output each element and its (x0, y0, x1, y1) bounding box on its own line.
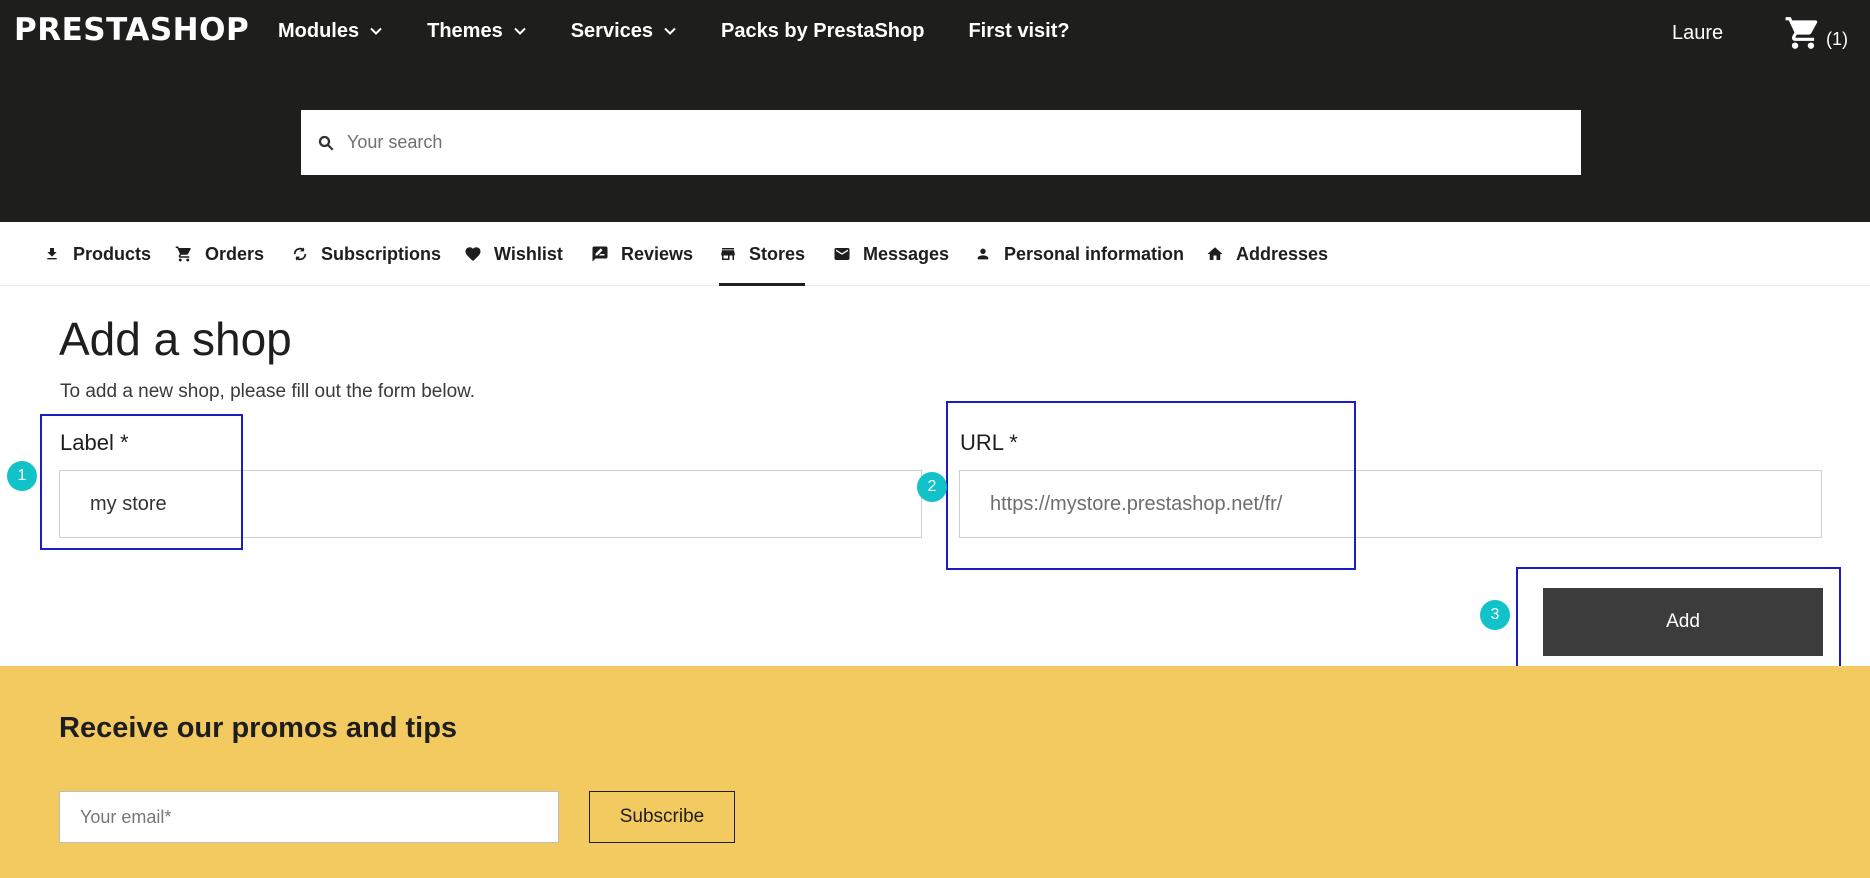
url-input[interactable] (959, 470, 1822, 538)
prestashop-logo[interactable]: PRESTASHOP (14, 12, 249, 48)
nav-modules-label: Modules (278, 19, 360, 42)
user-account-link[interactable]: Laure (1672, 22, 1723, 45)
mail-icon (833, 245, 851, 263)
newsletter-email-input[interactable] (59, 791, 559, 843)
site-header: PRESTASHOP Modules Themes Services Packs… (0, 0, 1870, 222)
tab-orders[interactable]: Orders (175, 222, 264, 286)
annotation-badge-3: 3 (1480, 600, 1510, 630)
annotation-badge-2: 2 (917, 472, 947, 502)
tab-label: Wishlist (494, 243, 563, 264)
nav-first-visit-label: First visit? (968, 19, 1070, 42)
nav-first-visit[interactable]: First visit? (968, 20, 1069, 43)
tab-label: Messages (863, 243, 950, 264)
newsletter-title: Receive our promos and tips (59, 712, 458, 744)
subscribe-button[interactable]: Subscribe (589, 791, 735, 843)
tab-label: Stores (749, 243, 806, 264)
cart-count: (1) (1826, 29, 1848, 49)
store-icon (719, 245, 737, 263)
tab-label: Reviews (621, 243, 694, 264)
add-shop-button[interactable]: Add (1543, 588, 1823, 656)
cart-icon (1784, 14, 1822, 57)
tab-label: Addresses (1236, 243, 1329, 264)
search-input[interactable] (347, 132, 1547, 153)
tab-reviews[interactable]: Reviews (591, 222, 693, 286)
url-field-label: URL * (960, 430, 1018, 455)
newsletter-section: Receive our promos and tips Subscribe (0, 666, 1870, 878)
page-title: Add a shop (59, 313, 292, 365)
tab-subscriptions[interactable]: Subscriptions (291, 222, 441, 286)
chevron-down-icon (663, 24, 677, 38)
tab-messages[interactable]: Messages (833, 222, 949, 286)
person-icon (974, 245, 992, 263)
search-icon (317, 134, 335, 152)
nav-themes[interactable]: Themes (427, 20, 527, 43)
account-tabs: Products Orders Subscriptions Wishlist R… (0, 222, 1870, 286)
tab-stores[interactable]: Stores (719, 222, 806, 286)
home-icon (1206, 245, 1224, 263)
label-input[interactable] (59, 470, 922, 538)
refresh-icon (291, 245, 309, 263)
nav-packs-label: Packs by PrestaShop (721, 19, 925, 42)
tab-label: Products (73, 243, 152, 264)
nav-services-label: Services (570, 19, 654, 42)
tab-addresses[interactable]: Addresses (1206, 222, 1328, 286)
tab-personal-information[interactable]: Personal information (974, 222, 1184, 286)
cart-icon (175, 245, 193, 263)
tab-products[interactable]: Products (43, 222, 151, 286)
nav-services[interactable]: Services (571, 20, 677, 43)
chevron-down-icon (513, 24, 527, 38)
review-icon (591, 245, 609, 263)
tab-label: Personal information (1004, 243, 1185, 264)
annotation-badge-1: 1 (7, 461, 37, 491)
tab-wishlist[interactable]: Wishlist (464, 222, 563, 286)
top-navigation: Modules Themes Services Packs by PrestaS… (278, 18, 1114, 44)
tab-label: Orders (205, 243, 265, 264)
download-icon (43, 245, 61, 263)
heart-icon (464, 245, 482, 263)
chevron-down-icon (369, 24, 383, 38)
search-bar (301, 110, 1581, 175)
nav-packs[interactable]: Packs by PrestaShop (721, 20, 924, 43)
nav-themes-label: Themes (427, 19, 503, 42)
page-subtitle: To add a new shop, please fill out the f… (60, 381, 476, 402)
label-field-label: Label * (60, 430, 129, 455)
cart-button[interactable]: (1) (1784, 14, 1848, 57)
tab-label: Subscriptions (321, 243, 442, 264)
nav-modules[interactable]: Modules (278, 20, 383, 43)
